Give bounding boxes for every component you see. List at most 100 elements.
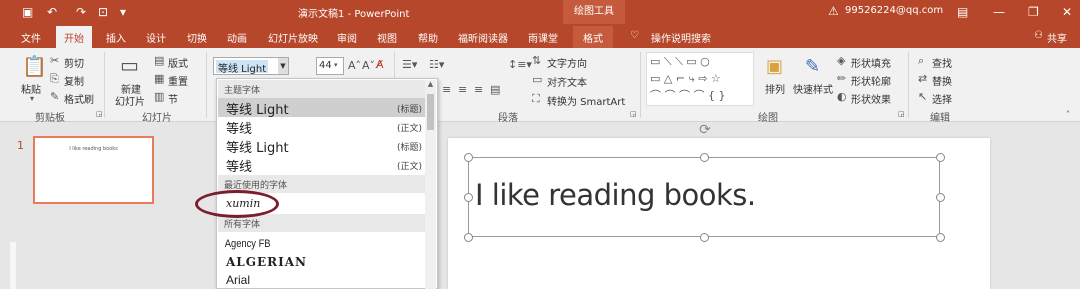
font-option-theme-body[interactable]: 等线 (正文) (218, 117, 426, 137)
replace-button[interactable]: 替换 (932, 73, 952, 88)
font-option-theme-heading[interactable]: 等线 Light (标题) (218, 98, 426, 118)
convert-smartart-button[interactable]: 转换为 SmartArt (547, 93, 625, 108)
tab-transitions[interactable]: 切换 (187, 30, 207, 45)
align-text-icon[interactable]: ▭ (532, 73, 542, 86)
tab-view[interactable]: 视图 (377, 30, 397, 45)
font-name-value[interactable]: 等线 Light (216, 60, 269, 75)
tab-file[interactable]: 文件 (21, 30, 41, 45)
save-icon[interactable]: ▣ (22, 4, 33, 20)
scroll-up-icon[interactable]: ▲ (425, 80, 436, 88)
rotate-handle-icon[interactable]: ⟳ (697, 122, 713, 138)
clipboard-launcher-icon[interactable]: ◲ (96, 110, 103, 118)
layout-button[interactable]: 版式 (168, 55, 188, 70)
find-icon[interactable]: ⌕ (918, 54, 924, 68)
tab-insert[interactable]: 插入 (106, 30, 126, 45)
align-center-icon[interactable]: ≡ (458, 83, 467, 96)
restore-icon[interactable]: ❐ (1028, 4, 1039, 20)
undo-icon[interactable]: ↶ (47, 4, 57, 20)
cut-icon[interactable]: ✂ (50, 54, 59, 67)
justify-icon[interactable]: ▤ (490, 83, 500, 96)
resize-handle[interactable] (936, 153, 945, 162)
font-option-theme-heading-2[interactable]: 等线 Light (标题) (218, 136, 426, 156)
font-option-agency-fb[interactable]: Agency FB (218, 234, 395, 253)
slide-thumbnail[interactable]: I like reading books (33, 136, 154, 204)
resize-handle[interactable] (464, 193, 473, 202)
shape-outline-button[interactable]: 形状轮廓 (851, 73, 891, 88)
align-right-icon[interactable]: ≡ (474, 83, 483, 96)
warning-icon[interactable]: ⚠ (828, 3, 839, 19)
format-painter-icon[interactable]: ✎ (50, 90, 59, 103)
bullets-icon[interactable]: ☰▾ (402, 58, 417, 71)
resize-handle[interactable] (700, 153, 709, 162)
align-left-icon[interactable]: ≡ (442, 83, 451, 96)
shape-outline-icon[interactable]: ✏ (837, 72, 846, 85)
tab-design[interactable]: 设计 (146, 30, 166, 45)
numbering-icon[interactable]: ☷▾ (429, 58, 444, 71)
pane-scrollbar[interactable] (10, 242, 16, 289)
font-option-algerian[interactable]: ALGERIAN (218, 253, 426, 272)
font-size-dropdown-icon[interactable]: ▾ (334, 61, 338, 69)
customize-icon[interactable]: ▾ (120, 4, 126, 20)
tab-rainclass[interactable]: 雨课堂 (528, 30, 558, 45)
clear-formatting-icon[interactable]: A̸ (376, 58, 384, 71)
find-button[interactable]: 查找 (932, 55, 952, 70)
paste-dropdown-icon[interactable]: ▾ (30, 94, 34, 103)
slide-title-text[interactable]: I like reading books. (475, 178, 756, 212)
tab-slideshow[interactable]: 幻灯片放映 (268, 30, 318, 45)
line-spacing-icon[interactable]: ↕≡▾ (508, 58, 532, 71)
minimize-icon[interactable]: — (993, 4, 1005, 20)
new-slide-label-2[interactable]: 幻灯片 (115, 93, 145, 108)
collapse-ribbon-icon[interactable]: ˄ (1066, 110, 1070, 119)
text-direction-icon[interactable]: ⇅ (532, 54, 541, 67)
shapes-gallery[interactable]: ▭ ⟍ ⟍ ▭ ○ ▭ △ ⌐ ⤷ ⇨ ☆ ⌒ ⌒ ⌒ ⌒ { } (646, 52, 754, 106)
text-direction-button[interactable]: 文字方向 (547, 55, 587, 70)
layout-icon[interactable]: ▤ (154, 54, 164, 67)
tab-review[interactable]: 审阅 (337, 30, 357, 45)
section-icon[interactable]: ▥ (154, 90, 164, 103)
account-email[interactable]: 99526224@qq.com (845, 5, 943, 16)
font-dropdown[interactable]: 主题字体 等线 Light (标题) 等线 (正文) 等线 Light (标题)… (216, 78, 438, 289)
tab-help[interactable]: 帮助 (418, 30, 438, 45)
shape-fill-button[interactable]: 形状填充 (851, 55, 891, 70)
font-size-box[interactable]: 44 (316, 57, 344, 75)
shape-fill-icon[interactable]: ◈ (837, 54, 845, 67)
resize-handle[interactable] (936, 233, 945, 242)
dropdown-scrollbar[interactable]: ▲ (425, 80, 436, 289)
paragraph-launcher-icon[interactable]: ◲ (630, 110, 637, 118)
format-painter-button[interactable]: 格式刷 (64, 91, 94, 106)
resize-handle[interactable] (464, 233, 473, 242)
grow-font-icon[interactable]: A˄ (348, 59, 361, 72)
quick-styles-button[interactable]: 快速样式 (793, 81, 833, 96)
copy-icon[interactable]: ⎘ (50, 72, 59, 86)
close-icon[interactable]: ✕ (1062, 4, 1072, 20)
smartart-icon[interactable]: ⛶ (532, 92, 540, 106)
select-icon[interactable]: ↖ (918, 90, 927, 103)
font-option-theme-body-2[interactable]: 等线 (正文) (218, 155, 426, 175)
font-option-arial[interactable]: Arial (218, 272, 426, 289)
tell-me-search[interactable]: 操作说明搜索 (651, 30, 711, 45)
share-icon[interactable]: ⚇ (1034, 30, 1043, 41)
shape-icons[interactable]: ▭ ⟍ ⟍ ▭ ○ ▭ △ ⌐ ⤷ ⇨ ☆ ⌒ ⌒ ⌒ ⌒ { } (650, 55, 725, 102)
reset-icon[interactable]: ▦ (154, 72, 164, 85)
shrink-font-icon[interactable]: A˅ (362, 59, 375, 72)
tab-home[interactable]: 开始 (56, 26, 92, 48)
copy-button[interactable]: 复制 (64, 73, 84, 88)
section-button[interactable]: 节 (168, 91, 178, 106)
tab-animations[interactable]: 动画 (227, 30, 247, 45)
share-button[interactable]: 共享 (1047, 30, 1067, 45)
select-button[interactable]: 选择 (932, 91, 952, 106)
resize-handle[interactable] (936, 193, 945, 202)
font-name-dropdown-icon[interactable]: ▼ (278, 58, 288, 74)
scroll-thumb[interactable] (427, 94, 434, 130)
paste-icon[interactable]: 📋 (22, 54, 47, 78)
ribbon-display-icon[interactable]: ▤ (957, 4, 968, 20)
quick-styles-icon[interactable]: ✎ (805, 56, 820, 77)
shape-effects-button[interactable]: 形状效果 (851, 91, 891, 106)
resize-handle[interactable] (700, 233, 709, 242)
resize-handle[interactable] (464, 153, 473, 162)
arrange-icon[interactable]: ▣ (766, 56, 783, 77)
redo-icon[interactable]: ↷ (76, 4, 86, 20)
cut-button[interactable]: 剪切 (64, 55, 84, 70)
new-slide-icon[interactable]: ▭ (120, 53, 139, 77)
drawing-launcher-icon[interactable]: ◲ (898, 110, 905, 118)
